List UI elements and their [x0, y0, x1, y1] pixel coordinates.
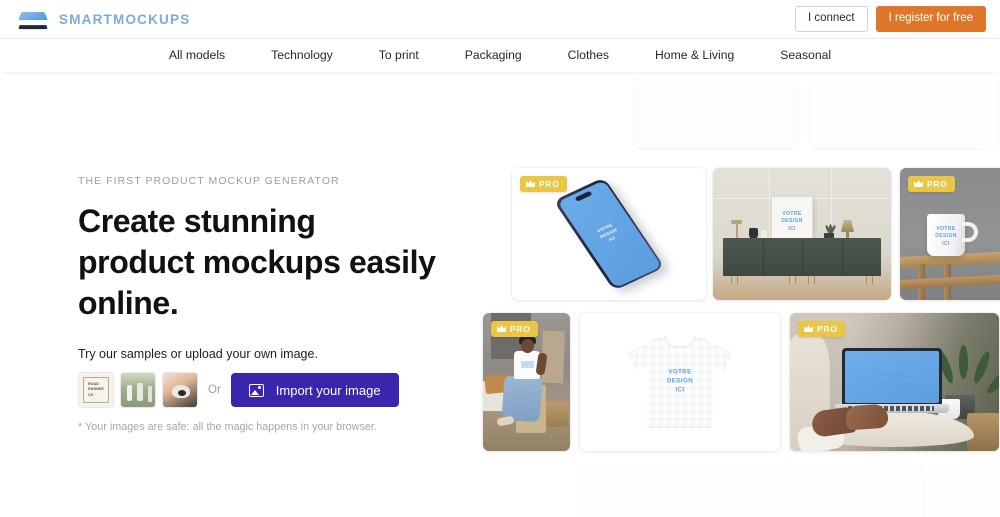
- pro-badge: PRO: [520, 176, 567, 192]
- crown-icon: [804, 325, 813, 332]
- mockup-card-interior[interactable]: VOTRE DESIGN ICI: [713, 168, 891, 300]
- mockup-card-phone[interactable]: PRO VOTRE DESIGN ICI: [512, 168, 706, 300]
- import-image-button[interactable]: Import your image: [230, 373, 399, 407]
- nav-item-to-print[interactable]: To print: [356, 49, 442, 61]
- page-root: SMARTMOCKUPS I connect I register for fr…: [0, 0, 1000, 517]
- nav-item-technology[interactable]: Technology: [248, 49, 356, 61]
- sample-thumbnail-abstract-portrait[interactable]: [162, 372, 198, 408]
- interior-mockup-image: VOTRE DESIGN ICI: [713, 168, 891, 300]
- page-title: Create stunning product mockups easily o…: [78, 201, 458, 324]
- top-header-bar: SMARTMOCKUPS I connect I register for fr…: [0, 0, 1000, 39]
- crown-icon: [526, 180, 535, 187]
- design-placeholder-text: VOTRE DESIGN ICI: [880, 372, 910, 400]
- header-actions: I connect I register for free: [794, 6, 986, 32]
- nav-item-home-living[interactable]: Home & Living: [632, 49, 757, 61]
- pro-badge-label: PRO: [510, 323, 531, 334]
- headline-line-3: online.: [78, 284, 179, 321]
- phone-mockup-image: VOTRE DESIGN ICI: [553, 177, 665, 291]
- nav-item-packaging[interactable]: Packaging: [442, 49, 545, 61]
- or-separator-label: Or: [208, 384, 221, 396]
- mockup-card-tshirt[interactable]: VOTRE DESIGN ICI: [580, 313, 780, 451]
- layers-stack-icon: [18, 7, 48, 31]
- mockup-gallery: PRO VOTRE DESIGN ICI VOTRE DESIGN ICI VO…: [470, 78, 1000, 517]
- crown-icon: [914, 180, 923, 187]
- register-button[interactable]: I register for free: [875, 6, 986, 32]
- pro-badge-label: PRO: [539, 178, 560, 189]
- hero-text-block: THE FIRST PRODUCT MOCKUP GENERATOR Creat…: [78, 175, 458, 324]
- headline-line-1: Create stunning: [78, 203, 316, 239]
- headline-line-2: product mockups easily: [78, 243, 436, 280]
- placeholder-card[interactable]: [580, 466, 780, 517]
- laptop-device: VOTRE DESIGN ICI: [835, 348, 949, 414]
- nav-item-seasonal[interactable]: Seasonal: [757, 49, 854, 61]
- nav-item-all-models[interactable]: All models: [146, 49, 248, 61]
- brand-name: SMARTMOCKUPS: [59, 11, 191, 27]
- import-button-label: Import your image: [275, 382, 381, 398]
- image-icon: [248, 383, 264, 397]
- mockup-card-mug[interactable]: VOTRE DESIGN ICI PRO: [900, 168, 1000, 300]
- hero-eyebrow: THE FIRST PRODUCT MOCKUP GENERATOR: [78, 175, 340, 187]
- mug-body: [927, 214, 965, 256]
- crown-icon: [497, 325, 506, 332]
- mockup-card-laptop[interactable]: VOTRE DESIGN ICI PRO: [790, 313, 999, 451]
- placeholder-card[interactable]: [932, 466, 1000, 517]
- design-placeholder-text: VOTRE DESIGN ICI: [596, 222, 618, 242]
- tshirt-mockup-image: VOTRE DESIGN ICI: [628, 336, 732, 428]
- placeholder-card[interactable]: [633, 78, 799, 148]
- sample-upload-row: ROAD RUNNER CO Or Import your image: [78, 372, 399, 408]
- placeholder-card[interactable]: [763, 466, 923, 517]
- brand-logo[interactable]: SMARTMOCKUPS: [14, 7, 190, 31]
- phone-notch: [574, 190, 593, 202]
- pro-badge: PRO: [908, 176, 955, 192]
- sideboard: [723, 238, 881, 285]
- pro-badge-label: PRO: [927, 178, 948, 189]
- pro-badge: PRO: [798, 321, 845, 337]
- badge-artwork: ROAD RUNNER CO: [83, 377, 109, 403]
- pro-badge-label: PRO: [817, 323, 838, 334]
- category-navigation: All models Technology To print Packaging…: [0, 39, 1000, 72]
- placeholder-card[interactable]: [810, 78, 988, 148]
- sample-thumbnail-people-outdoors[interactable]: [120, 372, 156, 408]
- design-placeholder-text: VOTRE DESIGN ICI: [781, 211, 803, 232]
- login-button[interactable]: I connect: [794, 6, 868, 32]
- sample-thumbnail-logo-badge[interactable]: ROAD RUNNER CO: [78, 372, 114, 408]
- nav-item-clothes[interactable]: Clothes: [545, 49, 632, 61]
- samples-label: Try our samples or upload your own image…: [78, 347, 318, 361]
- mockup-card-person[interactable]: PRO: [483, 313, 570, 451]
- privacy-disclaimer: * Your images are safe: all the magic ha…: [78, 421, 377, 433]
- pro-badge: PRO: [491, 321, 538, 337]
